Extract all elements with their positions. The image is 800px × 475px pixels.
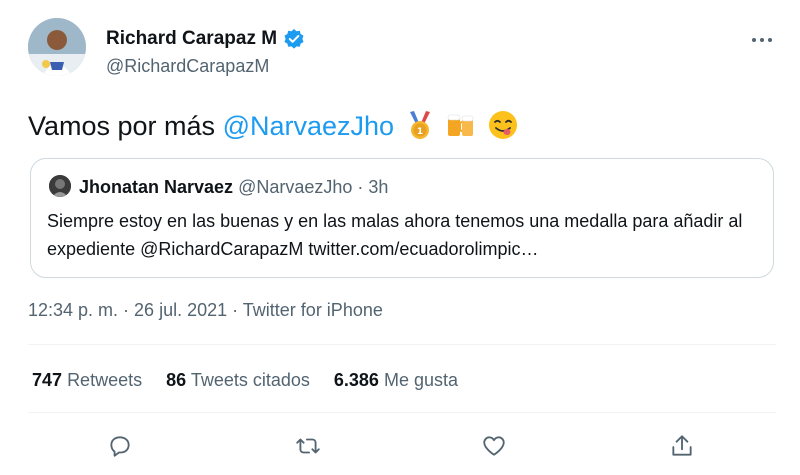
- quoted-author-handle: @NarvaezJho: [238, 177, 353, 197]
- tweet-card: Richard Carapaz M @RichardCarapazM Vamos…: [0, 0, 800, 475]
- tweet-text: Vamos por más @NarvaezJho 1: [28, 108, 519, 144]
- tweet-stats: 747 Retweets 86 Tweets citados 6.386 Me …: [32, 370, 458, 391]
- quoted-time: 3h: [368, 177, 389, 197]
- quoted-author-avatar: [49, 175, 71, 197]
- quoted-text: Siempre estoy en las buenas y en las mal…: [47, 211, 743, 259]
- quoted-author-name: Jhonatan Narvaez: [79, 177, 234, 197]
- retweet-icon: [296, 438, 320, 454]
- medal-icon: 1: [404, 109, 436, 141]
- divider: [28, 344, 776, 345]
- quotes-label: Tweets citados: [190, 370, 310, 390]
- beer-mugs-icon: [445, 109, 477, 141]
- likes-stat[interactable]: 6.386 Me gusta: [334, 370, 458, 391]
- author-name-text[interactable]: Richard Carapaz M: [106, 28, 277, 50]
- likes-label: Me gusta: [383, 370, 458, 390]
- svg-text:1: 1: [416, 127, 422, 137]
- reply-icon: [110, 436, 130, 457]
- retweet-button[interactable]: [290, 428, 326, 464]
- like-icon: [483, 436, 505, 456]
- yum-face-icon: [487, 109, 519, 141]
- author-avatar[interactable]: [28, 18, 86, 76]
- quoted-header: Jhonatan Narvaez @NarvaezJho · 3h: [79, 177, 388, 198]
- quotes-stat[interactable]: 86 Tweets citados: [166, 370, 310, 391]
- divider: [28, 412, 776, 413]
- author-name[interactable]: Richard Carapaz M: [106, 28, 305, 50]
- likes-count: 6.386: [333, 370, 379, 390]
- quoted-tweet[interactable]: Jhonatan Narvaez @NarvaezJho · 3h Siempr…: [30, 158, 774, 278]
- more-options-icon[interactable]: [748, 26, 776, 54]
- retweets-count: 747: [32, 370, 63, 390]
- like-button[interactable]: [476, 428, 512, 464]
- author-handle[interactable]: @RichardCarapazM: [106, 56, 269, 77]
- retweets-label: Retweets: [67, 370, 143, 390]
- share-button[interactable]: [664, 428, 700, 464]
- retweets-stat[interactable]: 747 Retweets: [32, 370, 142, 391]
- reply-button[interactable]: [102, 428, 138, 464]
- quotes-count: 86: [166, 370, 187, 390]
- tweet-timestamp[interactable]: 12:34 p. m. · 26 jul. 2021 · Twitter for…: [28, 300, 383, 321]
- tweet-text-prefix: Vamos por más: [28, 111, 223, 141]
- tweet-mention-link[interactable]: @NarvaezJho: [223, 111, 394, 141]
- share-icon: [672, 435, 692, 456]
- verified-badge-icon: [283, 28, 305, 50]
- quoted-separator: ·: [352, 177, 369, 197]
